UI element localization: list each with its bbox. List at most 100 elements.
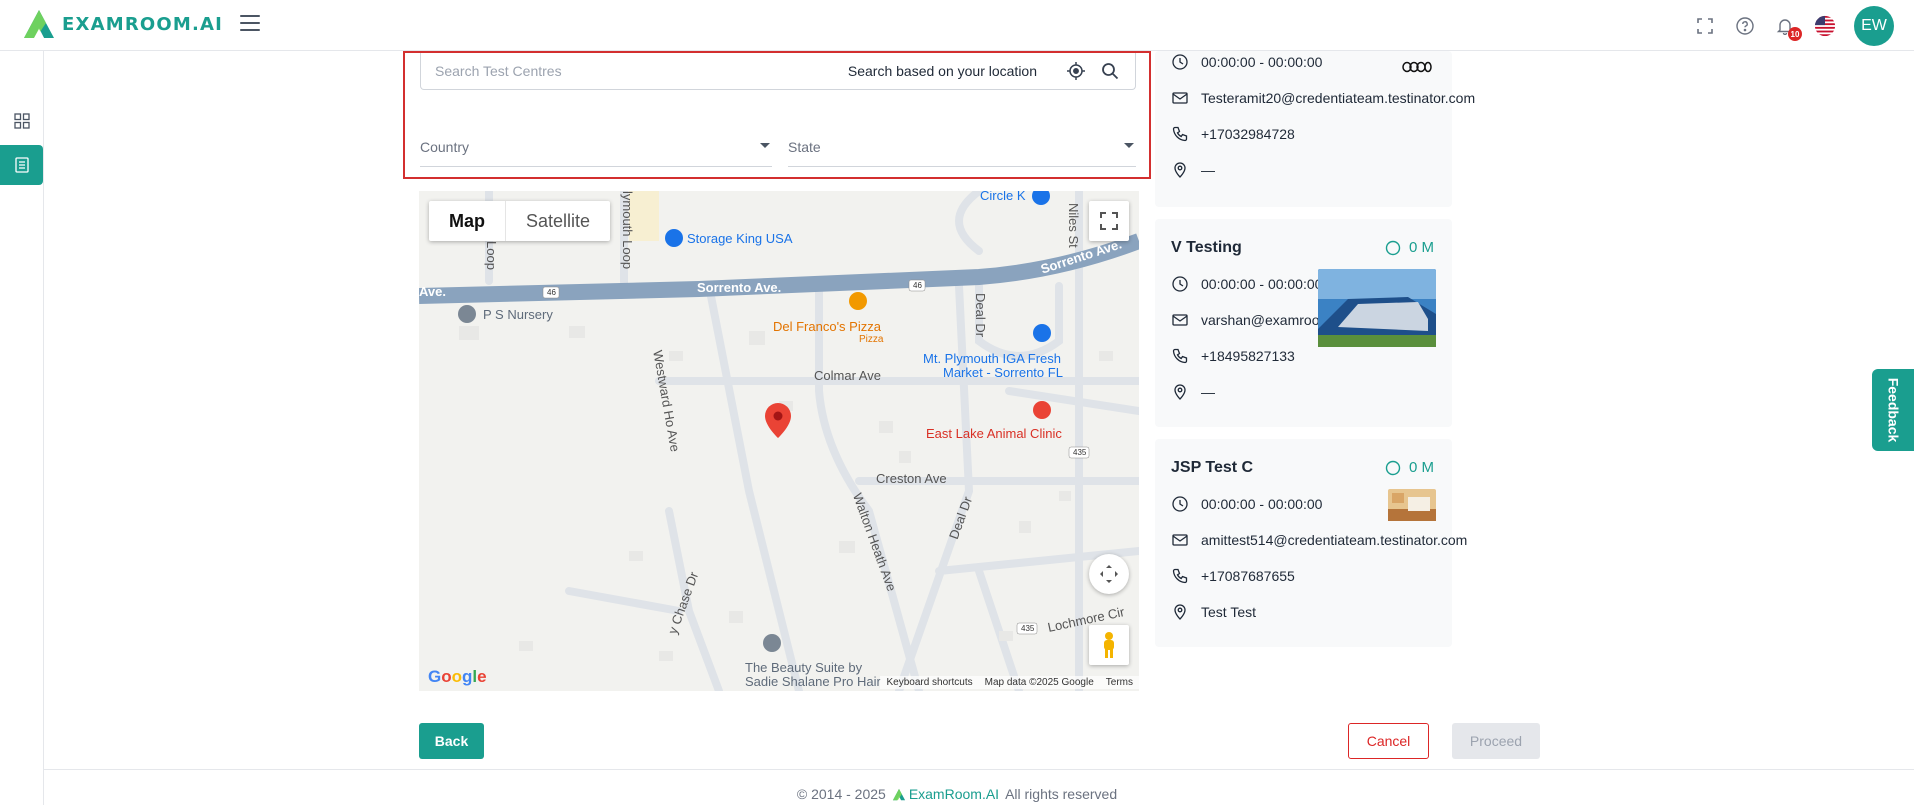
clock-icon [1171, 275, 1189, 293]
mail-icon [1171, 531, 1189, 549]
map-view[interactable]: Storage King USA Circle K Sorrento Ave. … [419, 191, 1139, 691]
card-time: 00:00:00 - 00:00:00 [1201, 496, 1323, 512]
test-centre-photo [1388, 489, 1436, 526]
pegman-icon [1104, 632, 1114, 658]
distance-circle-icon [1385, 240, 1401, 255]
phone-icon [1171, 347, 1189, 365]
map-label-del-francos: Del Franco's Pizza [773, 319, 881, 334]
map-type-map-button[interactable]: Map [429, 201, 505, 241]
footer-copyright: © 2014 - 2025 [796, 786, 886, 802]
footer-rights: All rights reserved [1005, 786, 1118, 802]
map-type-satellite-button[interactable]: Satellite [505, 201, 610, 241]
dashboard-grid-icon [13, 113, 30, 129]
street-view-pegman[interactable] [1089, 625, 1129, 665]
test-centre-card[interactable]: JSP Test C 0 M 00:00:00 - 00:00:00 amitt… [1155, 439, 1467, 647]
footer-brand-text: ExamRoom.AI [908, 786, 1000, 802]
route-46-shield: 46 [547, 288, 556, 297]
location-pin-icon [1171, 383, 1189, 401]
footer-brand[interactable]: ExamRoom.AI [892, 786, 999, 802]
card-phone: +17087687655 [1201, 568, 1295, 584]
notification-badge: 10 [1788, 27, 1802, 41]
card-time-row: 00:00:00 - 00:00:00 [1171, 495, 1322, 513]
us-flag-icon[interactable] [1814, 15, 1836, 37]
state-select-label: State [788, 138, 821, 155]
location-pin-icon [1171, 161, 1189, 179]
card-title: V Testing [1171, 239, 1242, 256]
card-time: 00:00:00 - 00:00:00 [1201, 276, 1323, 292]
card-time-row: 00:00:00 - 00:00:00 [1171, 275, 1322, 293]
route-46-shield-2: 46 [913, 281, 922, 290]
card-time-row: 00:00:00 - 00:00:00 [1171, 53, 1322, 71]
map-type-toggle: Map Satellite [429, 201, 611, 241]
map-fullscreen-button[interactable] [1089, 201, 1129, 241]
test-centre-search-panel: Search based on your location Country St… [403, 51, 1151, 179]
card-email: Testeramit20@credentiateam.testinator.co… [1201, 90, 1476, 106]
cancel-button[interactable]: Cancel [1348, 723, 1429, 759]
fullscreen-icon[interactable] [1694, 15, 1716, 37]
map-label-deal-dr: Deal Dr [973, 293, 988, 338]
route-435-shield: 435 [1073, 448, 1087, 457]
card-phone-row: +17087687655 [1171, 567, 1295, 585]
feedback-tab[interactable]: Feedback [1872, 369, 1914, 451]
examroom-logo-icon [24, 10, 54, 38]
card-address-row: — [1171, 383, 1215, 401]
map-tiles [419, 191, 1139, 691]
back-button[interactable]: Back [419, 723, 484, 759]
card-phone: +17032984728 [1201, 126, 1295, 142]
search-test-centres-input[interactable] [435, 63, 848, 79]
map-label-colmar-ave: Colmar Ave [814, 368, 881, 383]
top-bar: EXAMROOM.AI 10 EW [0, 0, 1914, 51]
phone-icon [1171, 125, 1189, 143]
card-distance: 0 M [1385, 239, 1434, 256]
card-email: amittest514@credentiateam.testinator.com [1201, 532, 1468, 548]
menu-icon[interactable] [240, 15, 260, 31]
card-email-row: Testeramit20@credentiateam.testinator.co… [1171, 89, 1475, 107]
card-address-row: — [1171, 161, 1215, 179]
user-avatar[interactable]: EW [1854, 6, 1894, 46]
clock-icon [1171, 53, 1189, 71]
footer-divider [44, 769, 1914, 770]
feedback-label: Feedback [1885, 377, 1901, 443]
card-time: 00:00:00 - 00:00:00 [1201, 54, 1323, 70]
sidebar-item-dashboard[interactable] [0, 101, 43, 141]
test-centre-card[interactable]: 00:00:00 - 00:00:00 Testeramit20@credent… [1155, 51, 1475, 207]
chevron-down-icon [760, 143, 770, 148]
notification-bell-icon[interactable]: 10 [1774, 15, 1802, 41]
keyboard-shortcuts-link[interactable]: Keyboard shortcuts [886, 677, 972, 688]
help-icon[interactable] [1734, 15, 1756, 37]
country-select[interactable]: Country [420, 127, 772, 167]
fullscreen-icon [1100, 212, 1118, 230]
map-data-text: Map data ©2025 Google [984, 677, 1094, 688]
examroom-logo-icon [892, 788, 905, 800]
test-centre-card[interactable]: V Testing 0 M 00:00:00 - 00:00:00 varsha… [1155, 219, 1452, 427]
examroom-logo[interactable]: EXAMROOM.AI [22, 8, 223, 40]
location-search-label: Search based on your location [847, 63, 1037, 79]
state-select[interactable]: State [788, 127, 1136, 167]
mail-icon [1171, 89, 1189, 107]
terms-link[interactable]: Terms [1106, 677, 1133, 688]
phone-icon [1171, 567, 1189, 585]
map-label-beauty-suite-2: Sadie Shalane Pro Hair [745, 674, 881, 689]
test-centre-photo [1318, 269, 1436, 352]
document-list-icon [14, 157, 29, 173]
search-box: Search based on your location [420, 53, 1136, 90]
distance-circle-icon [1385, 460, 1401, 475]
map-camera-control[interactable] [1089, 554, 1129, 594]
my-location-icon[interactable] [1065, 60, 1087, 82]
card-distance-value: 0 M [1408, 459, 1434, 476]
country-select-label: Country [420, 138, 470, 155]
card-phone-row: +17032984728 [1171, 125, 1295, 143]
card-distance-value: 0 M [1408, 239, 1434, 256]
card-distance: 0 M [1385, 459, 1434, 476]
map-label-sorrento-ave: Sorrento Ave. [697, 280, 782, 295]
search-icon[interactable] [1099, 60, 1121, 82]
map-label-circle-k: Circle K [980, 191, 1026, 203]
proceed-button[interactable]: Proceed [1452, 723, 1540, 759]
map-label-loop: Loop [484, 241, 499, 270]
google-logo: Google [428, 667, 487, 686]
map-label-mt-plymouth-2: Market - Sorrento FL [943, 365, 1063, 380]
sidebar-item-registrations[interactable] [0, 145, 43, 185]
left-sidebar [0, 51, 44, 805]
map-label-storage-king: Storage King USA [687, 231, 793, 246]
map-label-beauty-suite: The Beauty Suite by [745, 660, 863, 675]
